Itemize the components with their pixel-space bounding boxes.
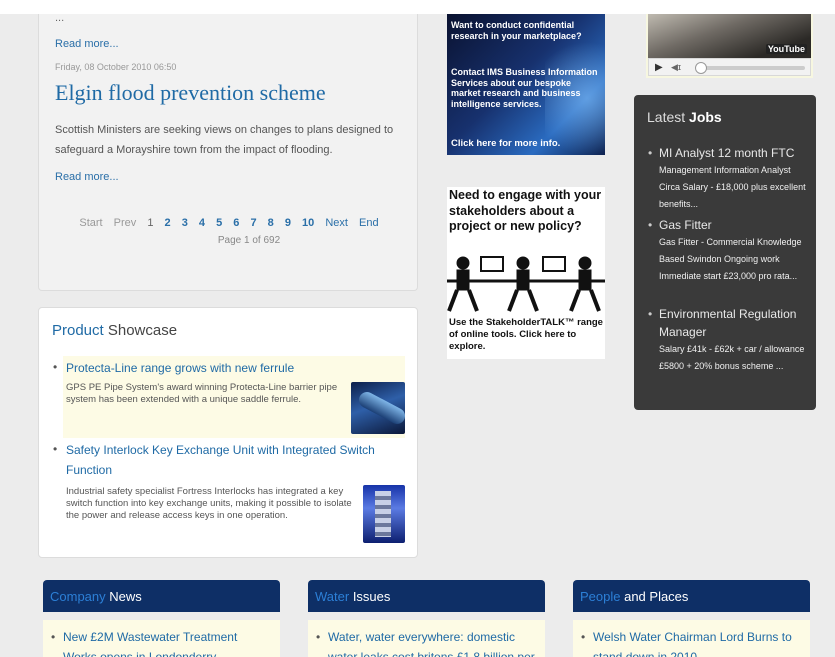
youtube-logo[interactable]: YouTube (765, 44, 807, 54)
list-item-link[interactable]: Welsh Water Chairman Lord Burns to stand… (581, 627, 801, 657)
pagination-page[interactable]: 2 (165, 217, 171, 229)
list-item-link[interactable]: Water, water everywhere: domestic water … (316, 627, 536, 657)
ad-headline: Want to conduct confidential research in… (451, 20, 582, 41)
section-heading-accent: Company (50, 589, 106, 604)
section-people-and-places-list: Welsh Water Chairman Lord Burns to stand… (573, 620, 810, 657)
section-heading: Water Issues (315, 589, 390, 604)
pagination-end[interactable]: End (359, 217, 379, 229)
pagination-page[interactable]: 3 (182, 217, 188, 229)
section-heading-accent: People (580, 589, 621, 604)
volume-icon[interactable]: ◀ɪ (671, 62, 681, 73)
read-more-link[interactable]: Read more... (55, 38, 119, 50)
showcase-item-desc: GPS PE Pipe System's award winning Prote… (66, 382, 338, 405)
section-heading-rest: and Places (620, 589, 689, 604)
previous-article-snippet: ... (55, 12, 65, 24)
showcase-title-rest: Showcase (103, 322, 178, 339)
pagination-page[interactable]: 9 (285, 217, 291, 229)
pagination-page[interactable]: 7 (250, 217, 256, 229)
job-desc: Salary £41k - £62k + car / allowance £58… (659, 344, 805, 371)
ad-cta: Click here for more info. (451, 138, 561, 149)
article-summary: Scottish Ministers are seeking views on … (55, 124, 394, 156)
job-title[interactable]: Environmental Regulation Manager (648, 305, 810, 341)
ad-headline: Need to engage with your stakeholders ab… (449, 188, 602, 233)
video-screen[interactable]: YouTube (648, 14, 811, 58)
job-title[interactable]: Gas Fitter (648, 216, 810, 234)
showcase-title: Product Showcase (52, 322, 177, 339)
video-player: YouTube ▶ ◀ɪ (646, 14, 813, 78)
pagination-start[interactable]: Start (79, 217, 102, 229)
section-heading: People and Places (580, 589, 688, 604)
pagination-page[interactable]: 10 (302, 217, 314, 229)
list-item-link[interactable]: New £2M Wastewater Treatment Works opens… (51, 627, 271, 657)
jobs-title-bold: Jobs (689, 109, 722, 125)
bullet-icon: • (53, 360, 58, 374)
pagination-page: 1 (147, 217, 154, 229)
job-item: MI Analyst 12 month FTC Management Infor… (648, 144, 810, 213)
showcase-title-accent: Product (52, 322, 104, 339)
job-title[interactable]: MI Analyst 12 month FTC (648, 144, 810, 162)
job-desc: Gas Fitter - Commercial Knowledge Based … (659, 237, 802, 281)
showcase-item-title[interactable]: Safety Interlock Key Exchange Unit with … (66, 440, 386, 480)
section-heading-rest: News (105, 589, 142, 604)
top-strip (0, 0, 835, 14)
play-icon[interactable]: ▶ (655, 62, 663, 73)
people-at-computers-icon (447, 256, 605, 312)
latest-jobs-panel: Latest Jobs MI Analyst 12 month FTC Mana… (634, 95, 816, 410)
pagination-page[interactable]: 4 (199, 217, 205, 229)
pagination-page[interactable]: 8 (268, 217, 274, 229)
ad-cta: Use the StakeholderTALK™ range of online… (449, 317, 603, 352)
seek-handle[interactable] (695, 62, 707, 74)
job-item: Gas Fitter Gas Fitter - Commercial Knowl… (648, 216, 810, 285)
section-heading-accent: Water (315, 589, 350, 604)
article-date: Friday, 08 October 2010 06:50 (55, 62, 177, 72)
article-panel: ... Read more... Friday, 08 October 2010… (38, 12, 419, 291)
showcase-item-desc: Industrial safety specialist Fortress In… (66, 486, 352, 521)
pagination-page[interactable]: 6 (233, 217, 239, 229)
stakeholdertalk-ad[interactable]: Need to engage with your stakeholders ab… (447, 187, 605, 359)
pagination: Start Prev 1 2 3 4 5 6 7 8 9 10 Next End (39, 217, 419, 229)
bullet-icon: • (53, 442, 58, 456)
ad-body: Contact IMS Business Information Service… (451, 67, 598, 109)
showcase-item-title[interactable]: Protecta-Line range grows with new ferru… (66, 358, 294, 378)
pagination-prev[interactable]: Prev (114, 217, 137, 229)
section-heading: Company News (50, 589, 142, 604)
pagination-next[interactable]: Next (325, 217, 348, 229)
job-desc: Management Information Analyst Circa Sal… (659, 165, 806, 209)
job-item: Environmental Regulation Manager Salary … (648, 305, 810, 375)
video-controls: ▶ ◀ɪ (648, 58, 811, 76)
section-company-news-list: New £2M Wastewater Treatment Works opens… (43, 620, 280, 657)
section-water-issues[interactable]: Water Issues (308, 580, 545, 612)
read-more-link[interactable]: Read more... (55, 171, 119, 183)
pagination-info: Page 1 of 692 (217, 235, 281, 246)
product-showcase: Product Showcase • Protecta-Line range g… (38, 307, 418, 558)
interlock-product-image[interactable] (363, 485, 405, 543)
section-heading-rest: Issues (349, 589, 391, 604)
article-title[interactable]: Elgin flood prevention scheme (55, 80, 326, 106)
section-people-and-places[interactable]: People and Places (573, 580, 810, 612)
pagination-page[interactable]: 5 (216, 217, 222, 229)
ferrule-product-image[interactable] (351, 382, 405, 434)
section-company-news[interactable]: Company News (43, 580, 280, 612)
jobs-title-light: Latest (647, 109, 686, 125)
ims-research-ad[interactable]: Want to conduct confidential research in… (447, 14, 605, 155)
jobs-title: Latest Jobs (647, 109, 722, 125)
section-water-issues-list: Water, water everywhere: domestic water … (308, 620, 545, 657)
video-seek-bar[interactable] (695, 62, 805, 74)
